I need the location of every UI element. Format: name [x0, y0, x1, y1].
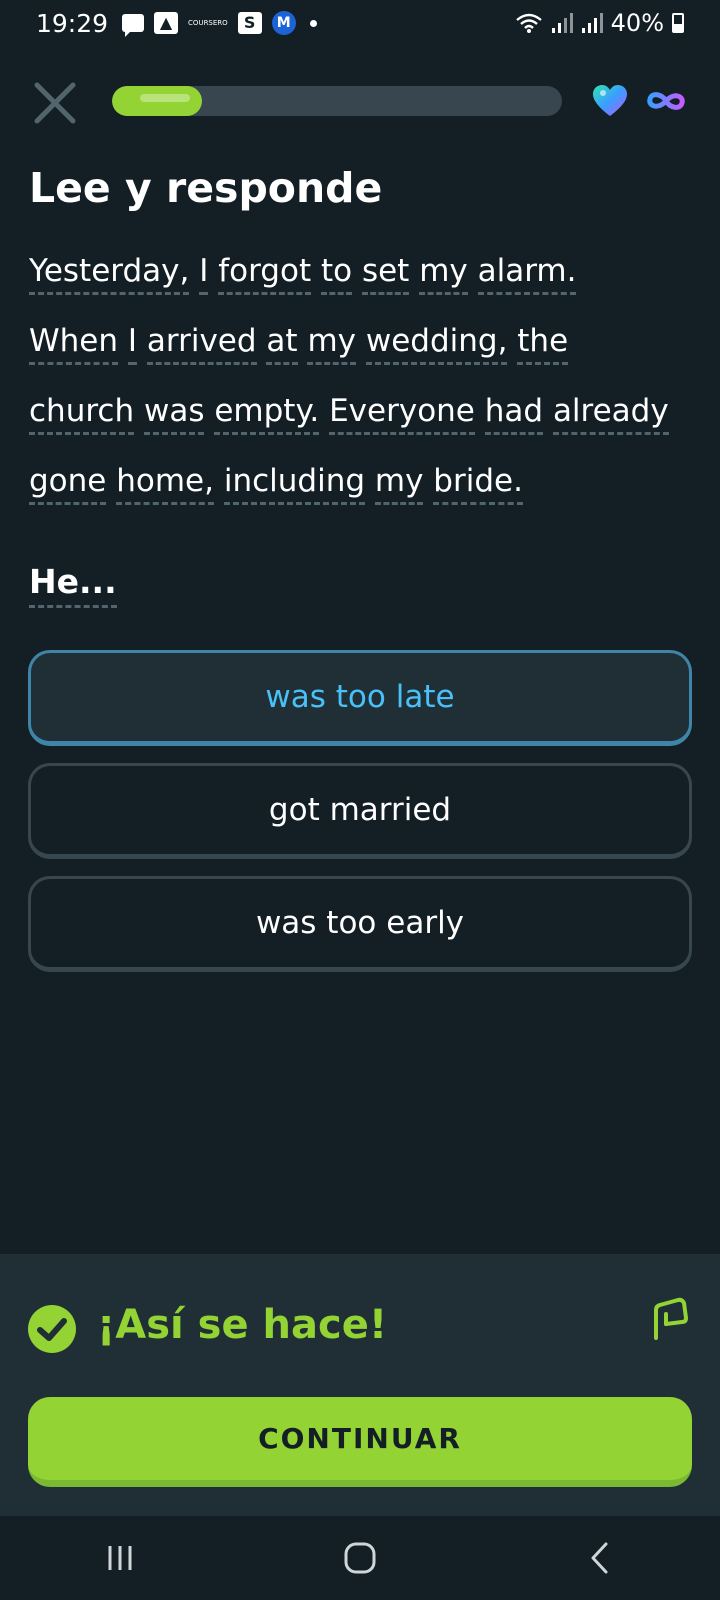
passage-word[interactable]: forgot — [218, 253, 312, 295]
passage-word[interactable]: set — [361, 253, 410, 295]
app-screen: 19:29 ▲ COURSERO S M 40% Lee y responde … — [0, 0, 720, 1600]
passage-word[interactable]: When — [29, 323, 119, 365]
question-text[interactable]: He... — [29, 562, 117, 608]
back-button[interactable] — [570, 1533, 630, 1583]
passage-word[interactable]: my — [374, 463, 424, 505]
home-icon — [344, 1542, 376, 1574]
answer-options: was too late got married was too early — [28, 650, 692, 989]
home-button[interactable] — [330, 1533, 390, 1583]
more-notifications-dot-icon — [309, 19, 317, 27]
passage-word[interactable]: church — [29, 393, 135, 435]
status-left: 19:29 ▲ COURSERO S M — [36, 9, 317, 38]
coursero-icon: COURSERO — [188, 19, 228, 27]
heart-icon[interactable] — [592, 84, 628, 118]
answer-option[interactable]: was too late — [28, 650, 692, 746]
battery-icon — [672, 13, 684, 33]
passage-line: church was empty. Everyone had already — [29, 376, 699, 446]
lesson-header — [0, 72, 720, 132]
passage-word[interactable]: Everyone — [329, 393, 475, 435]
passage-word[interactable]: I — [199, 253, 209, 295]
check-circle-icon — [28, 1305, 76, 1353]
passage-word[interactable]: at — [266, 323, 298, 365]
message-icon — [122, 14, 145, 37]
reading-passage: Yesterday, I forgot to set my alarm. When… — [29, 236, 699, 516]
signal-icon-2 — [581, 13, 603, 33]
s-app-icon: S — [237, 12, 262, 34]
feedback-message: ¡Así se hace! — [97, 1302, 388, 1348]
passage-word[interactable]: already — [552, 393, 669, 435]
passage-word[interactable]: home, — [116, 463, 214, 505]
exercise-title: Lee y responde — [29, 164, 383, 212]
close-icon[interactable] — [32, 80, 78, 126]
feedback-panel: ¡Así se hace! CONTINUAR — [0, 1254, 720, 1516]
passage-word[interactable]: I — [127, 323, 138, 365]
answer-option[interactable]: got married — [28, 763, 692, 859]
status-bar: 19:29 ▲ COURSERO S M 40% — [0, 0, 720, 46]
back-icon — [591, 1542, 608, 1574]
progress-fill — [112, 86, 202, 116]
question-prompt: He... — [29, 562, 117, 608]
passage-line: gone home, including my bride. — [29, 446, 699, 516]
answer-option[interactable]: was too early — [28, 876, 692, 972]
passage-word[interactable]: my — [307, 323, 356, 365]
battery-percent: 40% — [610, 9, 664, 37]
lesson-progress-bar — [112, 86, 562, 116]
passage-line: When I arrived at my wedding, the — [29, 306, 699, 376]
passage-word[interactable]: empty. — [214, 393, 320, 435]
passage-word[interactable]: was — [143, 393, 205, 435]
passage-word[interactable]: to — [320, 253, 353, 295]
signal-icon — [551, 13, 573, 33]
infinity-icon — [647, 92, 685, 110]
progress-shine — [140, 94, 190, 102]
passage-word[interactable]: the — [517, 323, 569, 365]
navigation-app-icon: ▲ — [154, 12, 179, 34]
recent-apps-button[interactable] — [90, 1533, 150, 1583]
continue-button[interactable]: CONTINUAR — [28, 1397, 692, 1487]
passage-line: Yesterday, I forgot to set my alarm. — [29, 236, 699, 306]
passage-word[interactable]: arrived — [146, 323, 257, 365]
status-time: 19:29 — [36, 8, 109, 38]
passage-word[interactable]: my — [419, 253, 468, 295]
status-right: 40% — [515, 9, 684, 37]
passage-word[interactable]: alarm. — [477, 253, 577, 295]
passage-word[interactable]: gone — [29, 463, 107, 505]
system-nav-bar — [0, 1516, 720, 1600]
passage-word[interactable]: had — [484, 393, 544, 435]
passage-word[interactable]: wedding, — [365, 323, 508, 365]
flag-icon[interactable] — [652, 1296, 690, 1340]
wifi-icon — [515, 13, 542, 33]
m-app-icon: M — [271, 11, 296, 35]
passage-word[interactable]: including — [223, 463, 366, 505]
passage-word[interactable]: Yesterday, — [29, 253, 190, 295]
passage-word[interactable]: bride. — [433, 463, 523, 505]
recent-apps-icon — [108, 1546, 132, 1570]
